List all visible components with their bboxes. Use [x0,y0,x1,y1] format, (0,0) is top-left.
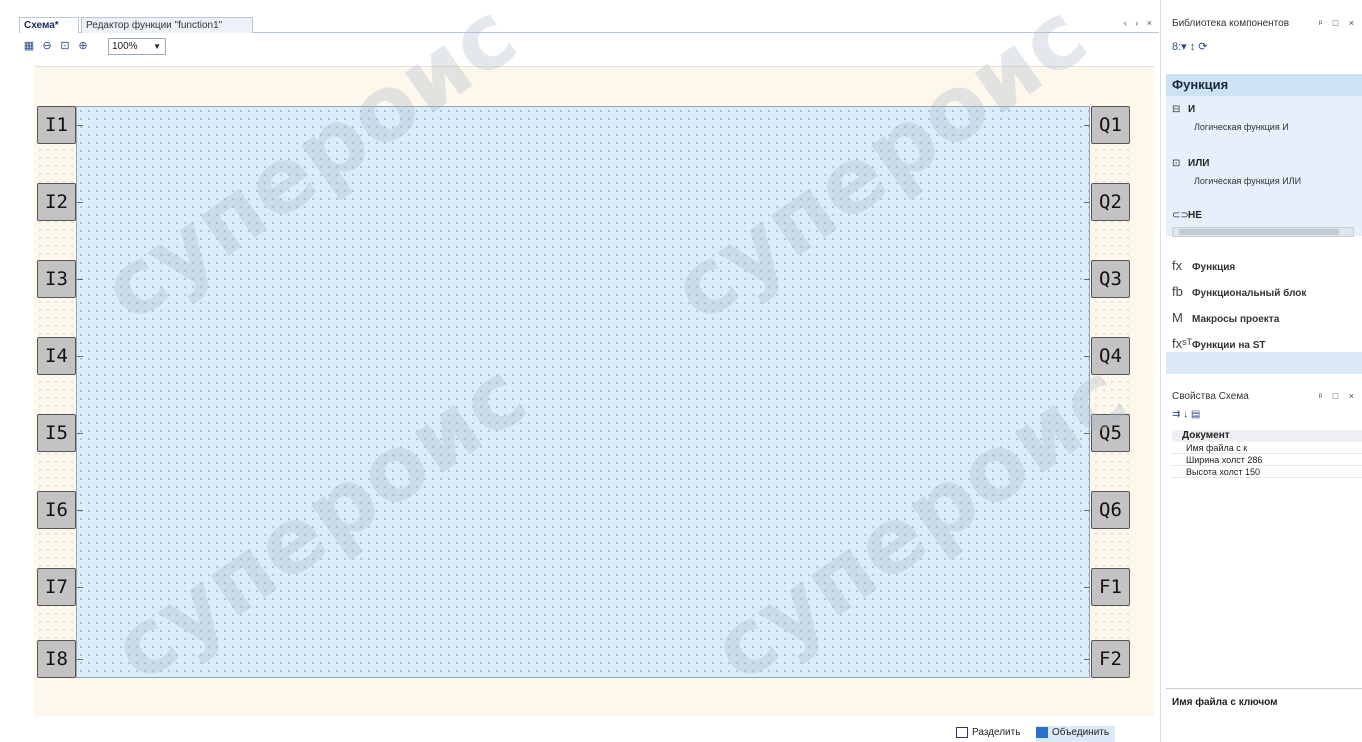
library-toolbar[interactable]: 8:▾ ↕ ⟳ [1172,40,1208,56]
property-row[interactable]: Высота холст 150 [1172,467,1362,478]
pin-connector [1084,202,1090,203]
list-item[interactable]: ⊂⊃НЕ [1172,210,1202,221]
output-pin[interactable]: Q6 [1091,491,1130,529]
pin-connector [77,125,83,126]
category-label: Функциональный блок [1192,288,1307,299]
list-item[interactable]: ⊟ И [1172,104,1195,115]
and-block-icon: ⊟ [1172,104,1181,115]
property-row[interactable]: Имя файла с к [1172,443,1362,454]
zoom-fit-icon[interactable]: ⊡ [58,39,72,53]
function-block-icon: fb [1172,284,1183,299]
input-pin[interactable]: I2 [37,183,76,221]
category-item[interactable]: fb Функциональный блок [1172,284,1306,299]
split-icon [956,727,968,738]
tab-function-editor[interactable]: Редактор функции "function1" [81,17,253,33]
pin-connector [1084,659,1090,660]
category-item[interactable]: M Макросы проекта [1172,310,1279,325]
merge-button[interactable]: Объединить [1036,726,1116,742]
item-description: Логическая функция ИЛИ [1194,176,1302,186]
output-pin[interactable]: Q2 [1091,183,1130,221]
input-pin[interactable]: I3 [37,260,76,298]
output-pin[interactable]: Q3 [1091,260,1130,298]
bottom-bar: Разделить Объединить [0,722,1160,742]
property-value: 150 [1245,467,1261,477]
property-value: 286 [1247,455,1263,465]
input-pin[interactable]: I5 [37,414,76,452]
editor-pane: Схема* Редактор функции "function1" ‹ › … [0,0,1160,742]
list-item[interactable]: ⊡ ИЛИ [1172,158,1209,169]
category-selection-highlight [1166,352,1362,374]
pin-connector [77,587,83,588]
pin-connector [77,659,83,660]
tab-schema[interactable]: Схема* [19,17,79,33]
output-pin[interactable]: Q4 [1091,337,1130,375]
library-panel-controls[interactable]: ᵖ □ × [1319,18,1358,28]
input-pin[interactable]: I7 [37,568,76,606]
tab-scroll-close-controls[interactable]: ‹ › × [1124,18,1155,28]
scrollbar-thumb[interactable] [1179,229,1339,235]
properties-title: Свойства Схема [1172,391,1249,402]
pin-connector [1084,279,1090,280]
zoom-out-icon[interactable]: ⊖ [40,39,54,53]
pin-connector [1084,356,1090,357]
category-item[interactable]: fxˢᵀФункции на ST [1172,336,1266,351]
pin-connector [77,356,83,357]
property-label: Высота холст [1186,467,1243,477]
macro-icon: M [1172,310,1183,325]
pin-connector [77,202,83,203]
output-pin[interactable]: Q1 [1091,106,1130,144]
category-label: Функция [1192,262,1236,273]
library-title: Библиотека компонентов [1172,18,1290,29]
category-item[interactable]: fx Функция [1172,258,1235,273]
category-label: Функции на ST [1192,340,1266,351]
properties-panel-controls[interactable]: ᵖ □ × [1319,391,1358,401]
output-pin[interactable]: Q5 [1091,414,1130,452]
property-group-document[interactable]: Документ [1172,430,1362,442]
pin-connector [77,279,83,280]
not-block-icon: ⊂⊃ [1172,210,1189,221]
property-description: Имя файла с ключом [1166,688,1362,742]
right-sidebar: Библиотека компонентов ᵖ □ × 8:▾ ↕ ⟳ Фун… [1166,0,1362,742]
property-label: Ширина холст [1186,455,1245,465]
output-pin[interactable]: F1 [1091,568,1130,606]
merge-icon [1036,727,1048,738]
library-group-header[interactable]: Функция [1166,74,1362,96]
editor-toolbar: ▦ ⊖ ⊡ ⊕ 100% ▼ [22,38,622,58]
function-list: ⊟ И Логическая функция И ⊡ ИЛИ Логическая … [1166,96,1362,236]
property-row[interactable]: Ширина холст 286 [1172,455,1362,466]
zoom-in-icon[interactable]: ⊕ [76,39,90,53]
output-pin[interactable]: F2 [1091,640,1130,678]
input-pin[interactable]: I6 [37,491,76,529]
pin-connector [1084,125,1090,126]
or-block-icon: ⊡ [1172,158,1181,169]
split-button[interactable]: Разделить [956,726,1020,742]
pin-connector [77,433,83,434]
category-label: Макросы проекта [1192,314,1280,325]
merge-label: Объединить [1052,727,1110,738]
chevron-down-icon: ▼ [153,42,161,51]
property-label: Имя файла с к [1186,443,1248,453]
zoom-value: 100% [112,41,138,52]
input-pin[interactable]: I8 [37,640,76,678]
function-icon: fx [1172,258,1183,273]
zoom-select[interactable]: 100% ▼ [108,38,166,55]
schema-canvas[interactable] [76,106,1090,678]
properties-toolbar[interactable]: ⇉ ↓ ▤ [1172,409,1200,420]
split-label: Разделить [972,727,1021,738]
tab-bar: Схема* Редактор функции "function1" ‹ › … [19,16,1159,33]
input-pin[interactable]: I4 [37,337,76,375]
item-description: Логическая функция И [1194,122,1289,132]
pin-connector [1084,510,1090,511]
item-name: НЕ [1188,210,1202,221]
st-function-icon: fxˢᵀ [1172,336,1193,351]
input-pin[interactable]: I1 [37,106,76,144]
pin-connector [77,510,83,511]
pin-connector [1084,587,1090,588]
item-name: И [1188,104,1196,115]
horizontal-scrollbar[interactable] [1172,227,1354,237]
pin-connector [1084,433,1090,434]
grid-icon[interactable]: ▦ [22,39,36,53]
item-name: ИЛИ [1188,158,1210,169]
